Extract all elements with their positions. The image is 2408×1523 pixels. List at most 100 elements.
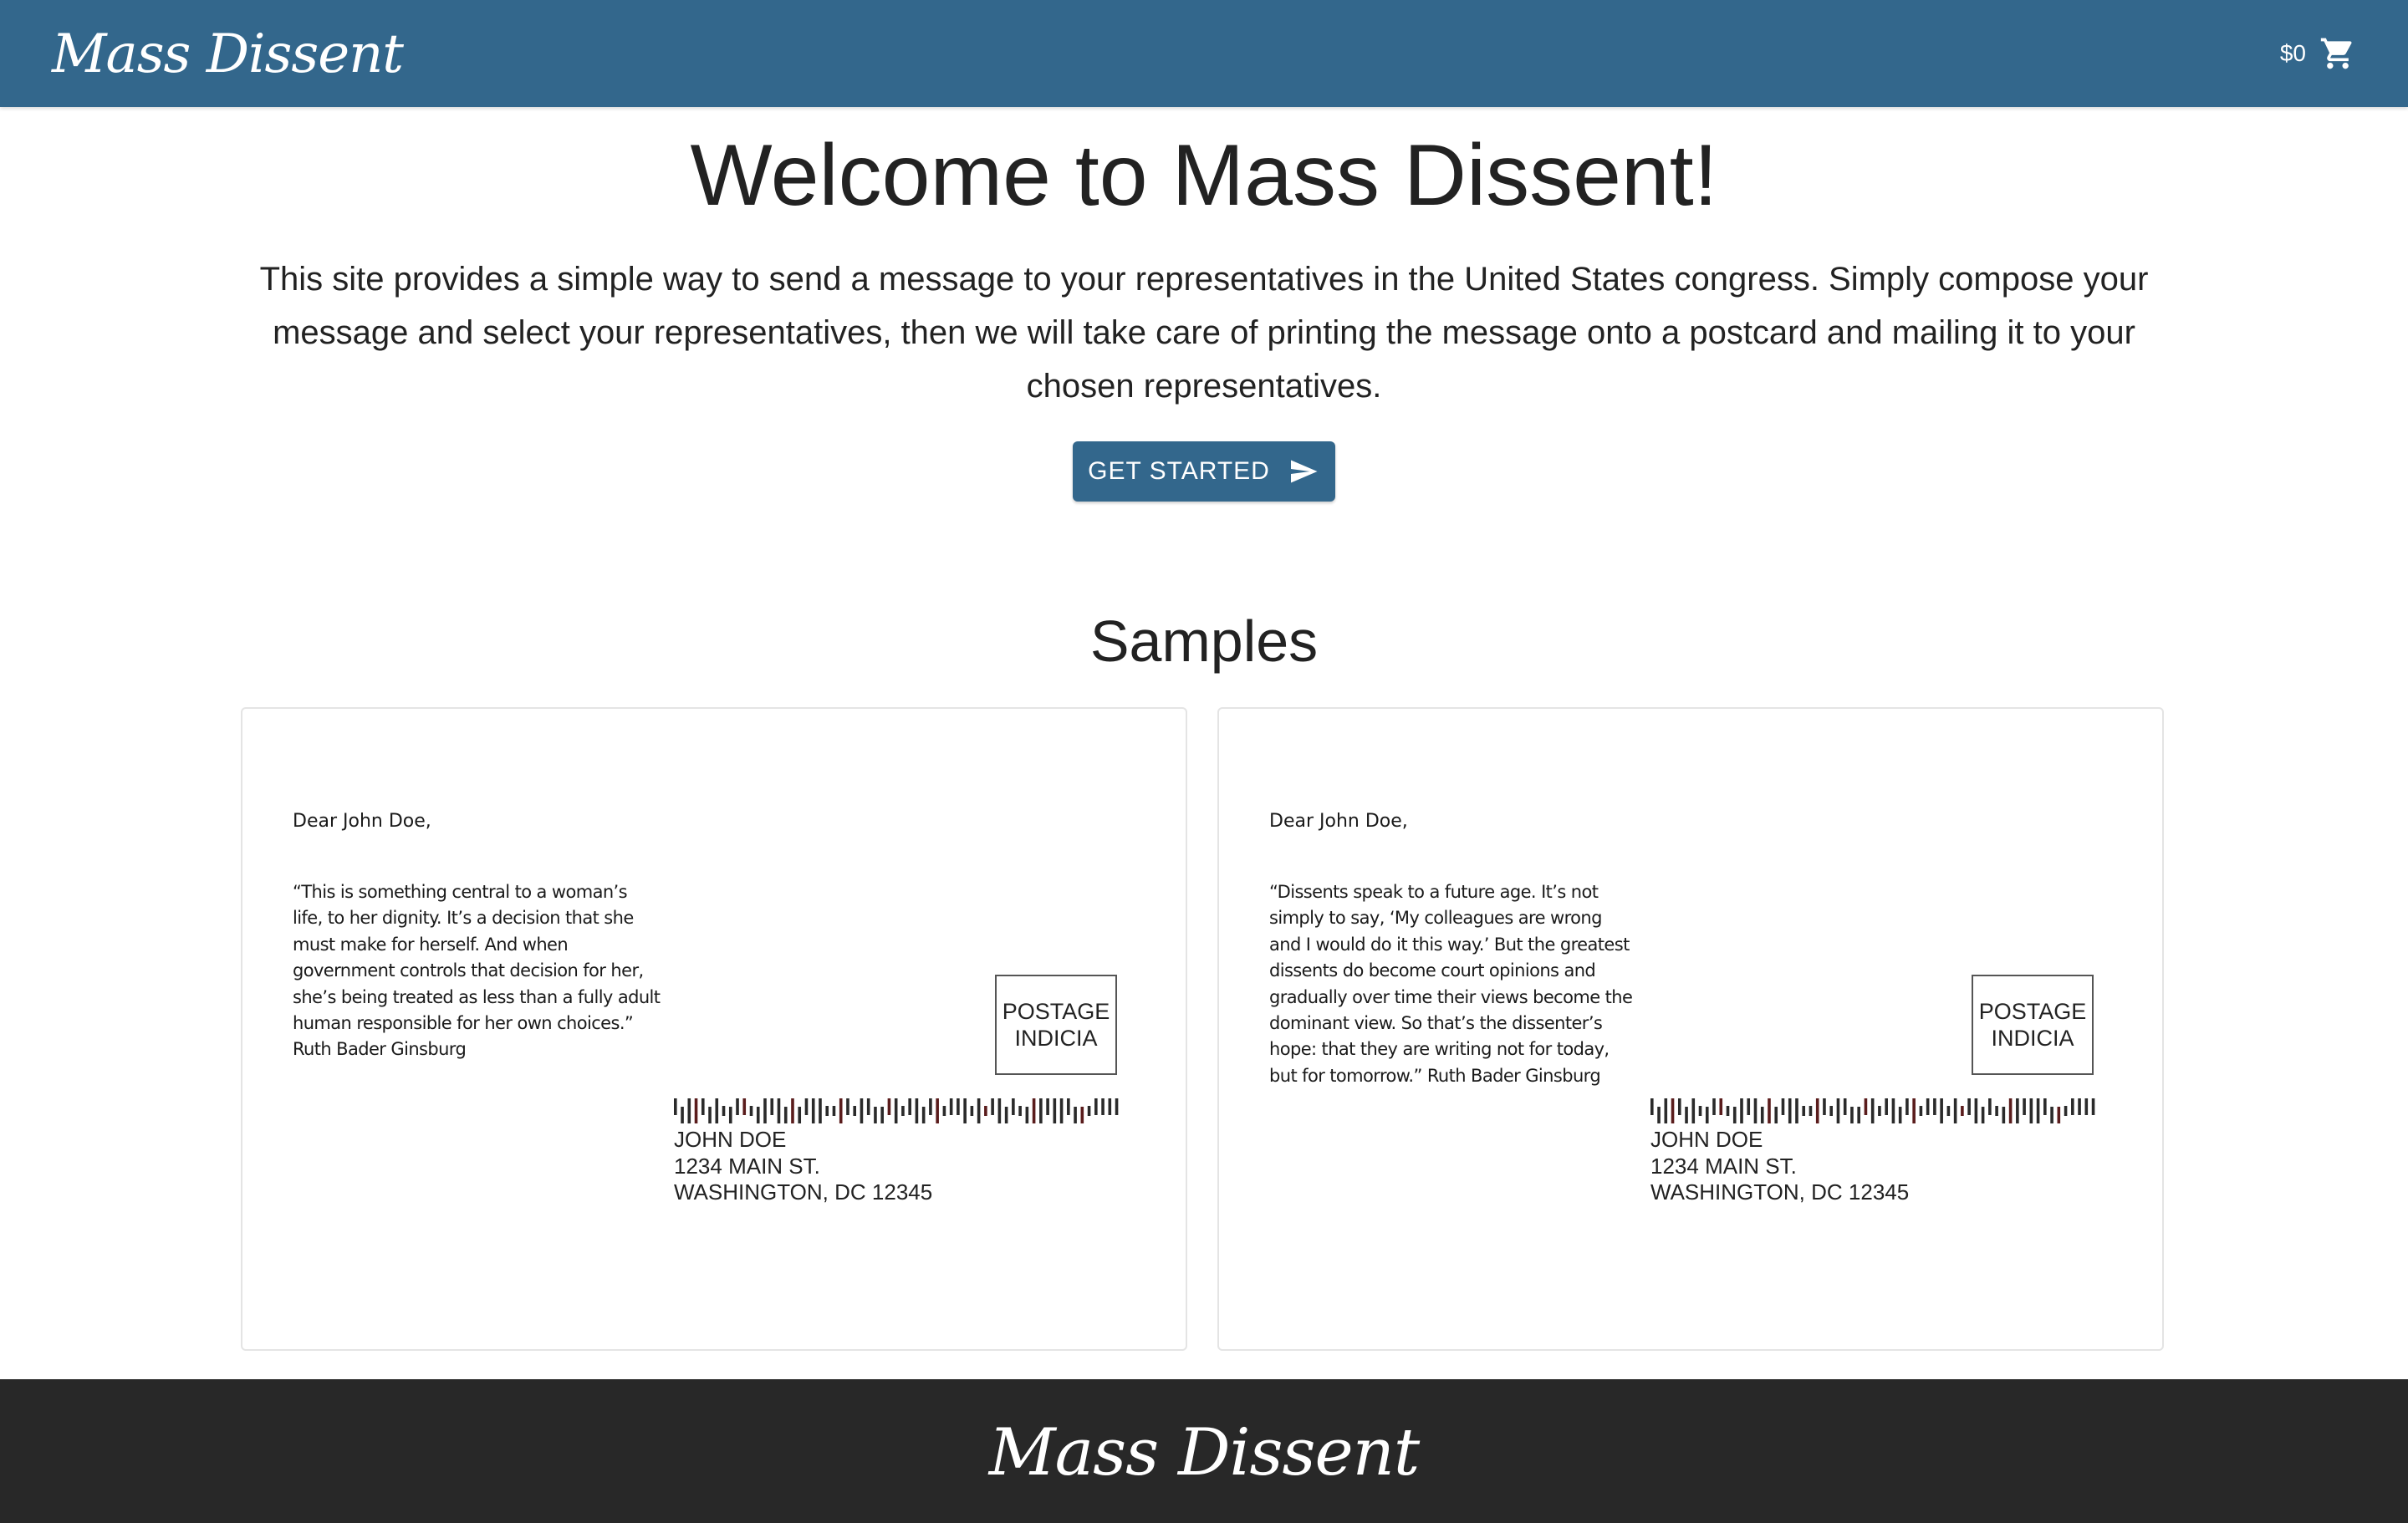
address-name: JOHN DOE	[1650, 1127, 1763, 1152]
barcode-bar	[1108, 1098, 1112, 1115]
barcode-bar	[742, 1098, 747, 1115]
postage-indicia-box: POSTAGE INDICIA	[995, 975, 1117, 1075]
barcode-bar	[839, 1098, 843, 1123]
cart-total: $0	[2279, 40, 2306, 66]
barcode-bar	[1747, 1098, 1751, 1115]
barcode-bar	[887, 1098, 891, 1115]
barcode-bar	[853, 1106, 856, 1116]
barcode-bar	[1004, 1107, 1008, 1123]
barcode-bar	[708, 1107, 712, 1123]
barcode-bar	[1857, 1107, 1860, 1123]
barcode-bar	[866, 1098, 870, 1115]
barcode-bar	[949, 1098, 953, 1115]
barcode-bar	[2016, 1098, 2019, 1123]
barcode-bar	[1795, 1098, 1798, 1123]
barcode-bar	[1802, 1106, 1806, 1116]
barcode-bar	[942, 1106, 946, 1116]
barcode-bar	[687, 1098, 691, 1123]
barcode-bar	[1677, 1098, 1681, 1115]
barcode-bar	[1885, 1098, 1888, 1115]
barcode-bar	[880, 1107, 884, 1123]
barcode-bar	[819, 1098, 822, 1123]
barcode-bar	[1926, 1098, 1930, 1115]
postal-barcode	[674, 1098, 1119, 1123]
brand-logo[interactable]: Mass Dissent	[52, 17, 404, 92]
barcode-bar	[991, 1098, 994, 1115]
barcode-bar	[674, 1098, 677, 1115]
mailing-address: JOHN DOE 1234 MAIN ST. WASHINGTON, DC 12…	[1650, 1127, 1909, 1206]
barcode-bar	[1032, 1098, 1036, 1123]
barcode-bar	[2064, 1106, 2068, 1116]
postage-label: POSTAGE	[1002, 999, 1110, 1024]
barcode-bar	[2008, 1098, 2013, 1123]
barcode-bar	[798, 1107, 802, 1123]
barcode-bar	[2050, 1107, 2053, 1123]
barcode-bar	[1753, 1098, 1758, 1123]
barcode-bar	[1774, 1107, 1778, 1123]
barcode-bar	[1946, 1106, 1951, 1116]
barcode-bar	[1740, 1098, 1743, 1123]
barcode-bar	[977, 1098, 981, 1123]
barcode-bar	[1829, 1106, 1833, 1116]
barcode-bar	[1974, 1098, 1978, 1123]
sample-postcard: Dear John Doe, “Dissents speak to a futu…	[1217, 707, 2164, 1351]
footer-brand: Mass Dissent	[988, 1415, 1421, 1490]
barcode-bar	[2036, 1098, 2040, 1123]
barcode-bar	[1664, 1098, 1668, 1123]
barcode-bar	[2078, 1098, 2081, 1115]
barcode-bar	[936, 1098, 939, 1123]
barcode-bar	[1691, 1098, 1696, 1123]
get-started-button[interactable]: GET STARTED	[1073, 441, 1335, 502]
barcode-bar	[756, 1107, 760, 1123]
barcode-bar	[694, 1098, 698, 1123]
footer: Mass Dissent	[0, 1379, 2408, 1523]
barcode-bar	[2043, 1098, 2047, 1115]
barcode-bar	[1870, 1098, 1875, 1123]
barcode-bar	[770, 1098, 774, 1115]
barcode-bar	[915, 1098, 919, 1123]
barcode-bar	[1905, 1098, 1909, 1115]
barcode-bar	[701, 1098, 705, 1115]
postcard-message: “Dissents speak to a future age. It’s no…	[1269, 882, 1633, 1086]
shopping-cart-icon	[2319, 35, 2356, 72]
samples-heading: Samples	[1089, 609, 1319, 674]
intro-description: This site provides a simple way to send …	[259, 261, 2149, 405]
barcode-bar	[1933, 1098, 1936, 1115]
barcode-bar	[728, 1107, 732, 1123]
barcode-bar	[1732, 1107, 1737, 1123]
postcard-message: “This is something central to a woman’s …	[293, 882, 661, 1060]
barcode-bar	[791, 1098, 794, 1123]
barcode-bar	[1046, 1098, 1049, 1115]
address-street: 1234 MAIN ST.	[1650, 1153, 1797, 1179]
barcode-bar	[1781, 1098, 1785, 1115]
indicia-label: INDICIA	[1014, 1026, 1098, 1051]
barcode-bar	[2071, 1098, 2074, 1115]
barcode-bar	[963, 1098, 967, 1123]
barcode-bar	[1087, 1106, 1091, 1116]
send-icon	[1287, 456, 1320, 486]
barcode-bar	[1953, 1098, 1957, 1123]
postal-barcode	[1650, 1098, 2095, 1123]
barcode-bar	[1788, 1098, 1792, 1123]
address-street: 1234 MAIN ST.	[674, 1153, 820, 1179]
barcode-bar	[1039, 1098, 1043, 1123]
barcode-bar	[1101, 1098, 1105, 1115]
barcode-bar	[783, 1107, 788, 1123]
cart-button[interactable]: $0	[2280, 32, 2356, 75]
barcode-bar	[894, 1098, 898, 1123]
address-city: WASHINGTON, DC 12345	[1650, 1179, 1910, 1205]
barcode-bar	[832, 1106, 836, 1116]
barcode-bar	[1850, 1107, 1854, 1123]
barcode-bar	[825, 1106, 829, 1116]
barcode-bar	[1940, 1098, 1943, 1123]
barcode-bar	[1650, 1098, 1654, 1115]
barcode-bar	[1961, 1106, 1964, 1116]
barcode-bar	[1712, 1098, 1716, 1115]
barcode-bar	[1074, 1107, 1077, 1123]
barcode-bar	[2084, 1098, 2089, 1115]
barcode-bar	[901, 1106, 905, 1116]
indicia-label: INDICIA	[1991, 1026, 2074, 1051]
barcode-bar	[984, 1106, 987, 1116]
barcode-bar	[1836, 1098, 1840, 1123]
barcode-bar	[997, 1098, 1002, 1123]
